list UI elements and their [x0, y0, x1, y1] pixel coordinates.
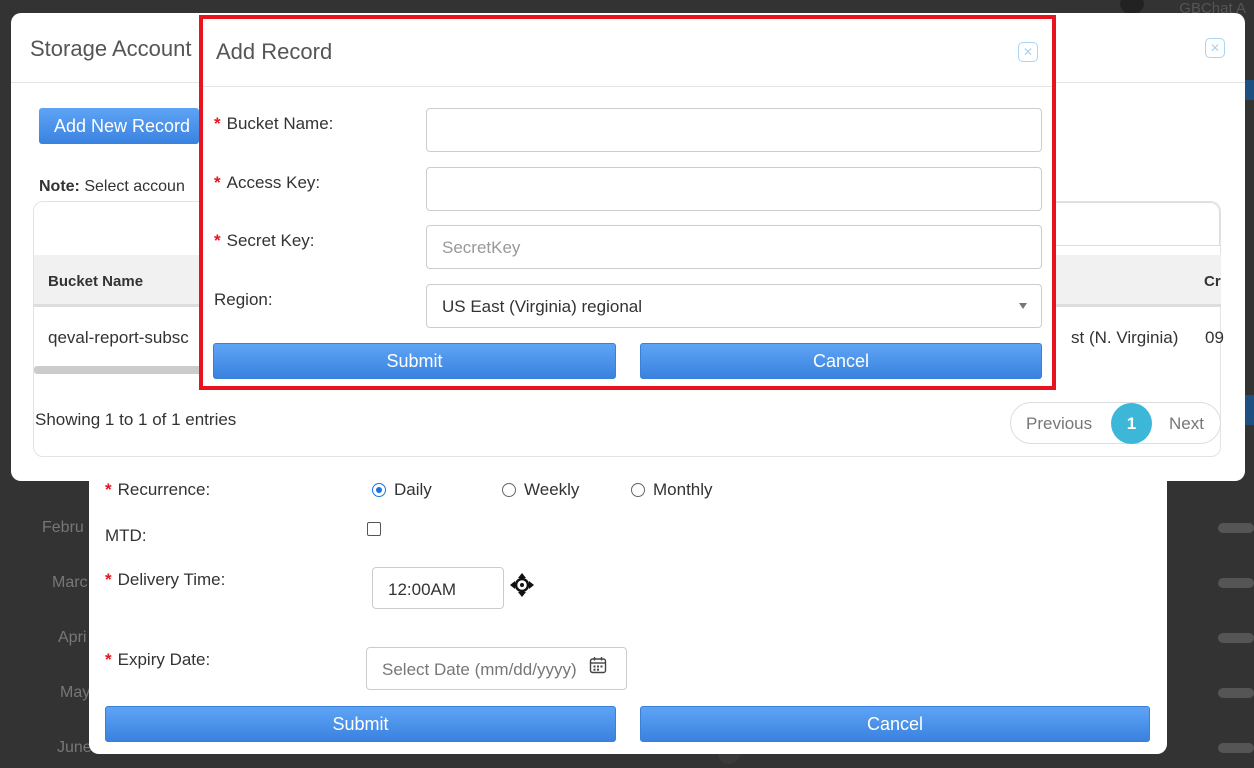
- top-right-user-label: GBChat A: [1179, 0, 1246, 17]
- storage-account-title: Storage Account: [30, 36, 192, 61]
- pagination-previous-button[interactable]: Previous: [1026, 414, 1092, 434]
- calendar-icon[interactable]: [589, 656, 607, 674]
- subscription-form-modal: * Recurrence: Daily Weekly Monthly MTD: *…: [89, 470, 1167, 754]
- radio-icon[interactable]: [372, 483, 386, 497]
- pagination-page-1-button[interactable]: 1: [1111, 403, 1152, 444]
- add-record-submit-button[interactable]: Submit: [213, 343, 616, 379]
- cell-created: 09: [1205, 328, 1224, 347]
- column-header-bucket-name[interactable]: Bucket Name: [48, 273, 143, 290]
- month-label: Apri: [58, 629, 87, 646]
- avatar: [1120, 0, 1144, 14]
- chevron-down-icon: [1019, 303, 1027, 309]
- radio-icon[interactable]: [631, 483, 645, 497]
- radio-icon[interactable]: [502, 483, 516, 497]
- background-toggle: [1218, 743, 1254, 753]
- recurrence-weekly-radio[interactable]: Weekly: [502, 480, 579, 500]
- add-record-header: Add Record ✕: [203, 19, 1052, 87]
- background-toggle: [1218, 688, 1254, 698]
- region-select[interactable]: US East (Virginia) regional: [426, 284, 1042, 328]
- table-search-input[interactable]: [1040, 202, 1220, 246]
- expiry-date-input[interactable]: Select Date (mm/dd/yyyy): [366, 647, 627, 690]
- recurrence-label: * Recurrence:: [105, 480, 211, 499]
- add-record-cancel-button[interactable]: Cancel: [640, 343, 1042, 379]
- add-record-title: Add Record: [216, 39, 333, 64]
- month-label: June: [57, 739, 92, 756]
- background-toggle: [1218, 633, 1254, 643]
- access-key-input[interactable]: [426, 167, 1042, 211]
- secret-key-label: * Secret Key:: [214, 231, 315, 250]
- pagination: Previous 1 Next: [1010, 402, 1221, 444]
- expiry-date-label: * Expiry Date:: [105, 650, 211, 669]
- subscription-submit-button[interactable]: Submit: [105, 706, 616, 742]
- table-info-text: Showing 1 to 1 of 1 entries: [35, 410, 237, 429]
- background-toggle: [1218, 578, 1254, 588]
- mtd-checkbox[interactable]: [367, 522, 381, 536]
- background-toggle: [1218, 523, 1254, 533]
- recurrence-monthly-radio[interactable]: Monthly: [631, 480, 713, 500]
- background-button-edge: [1244, 395, 1254, 425]
- background-button-edge: [1244, 80, 1254, 100]
- close-icon[interactable]: ✕: [1018, 42, 1038, 62]
- recurrence-daily-radio[interactable]: Daily: [372, 480, 432, 500]
- table-horizontal-scrollbar[interactable]: [34, 366, 204, 374]
- cell-bucket-name: qeval-report-subsc: [48, 328, 189, 347]
- delivery-time-label: * Delivery Time:: [105, 570, 226, 589]
- bucket-name-label: * Bucket Name:: [214, 114, 334, 133]
- add-record-modal: Add Record ✕ * Bucket Name: * Access Key: …: [199, 15, 1056, 390]
- bucket-name-input[interactable]: [426, 108, 1042, 152]
- access-key-label: * Access Key:: [214, 173, 321, 192]
- close-icon[interactable]: ✕: [1205, 38, 1225, 58]
- mtd-label: MTD:: [105, 526, 147, 545]
- delivery-time-input[interactable]: 12:00AM: [372, 567, 504, 609]
- region-label: Region:: [214, 290, 273, 309]
- note-text: Note: Select accoun: [39, 178, 185, 195]
- month-label: May: [60, 684, 91, 701]
- secret-key-input[interactable]: SecretKey: [426, 225, 1042, 269]
- subscription-cancel-button[interactable]: Cancel: [640, 706, 1150, 742]
- cell-region: st (N. Virginia): [1071, 328, 1179, 347]
- pagination-next-button[interactable]: Next: [1169, 414, 1204, 434]
- move-icon[interactable]: [509, 572, 535, 598]
- month-label: Febru: [42, 519, 84, 536]
- column-header-created[interactable]: Cr: [1204, 273, 1221, 290]
- month-label: Marc: [52, 574, 88, 591]
- add-new-record-button[interactable]: Add New Record: [39, 108, 199, 144]
